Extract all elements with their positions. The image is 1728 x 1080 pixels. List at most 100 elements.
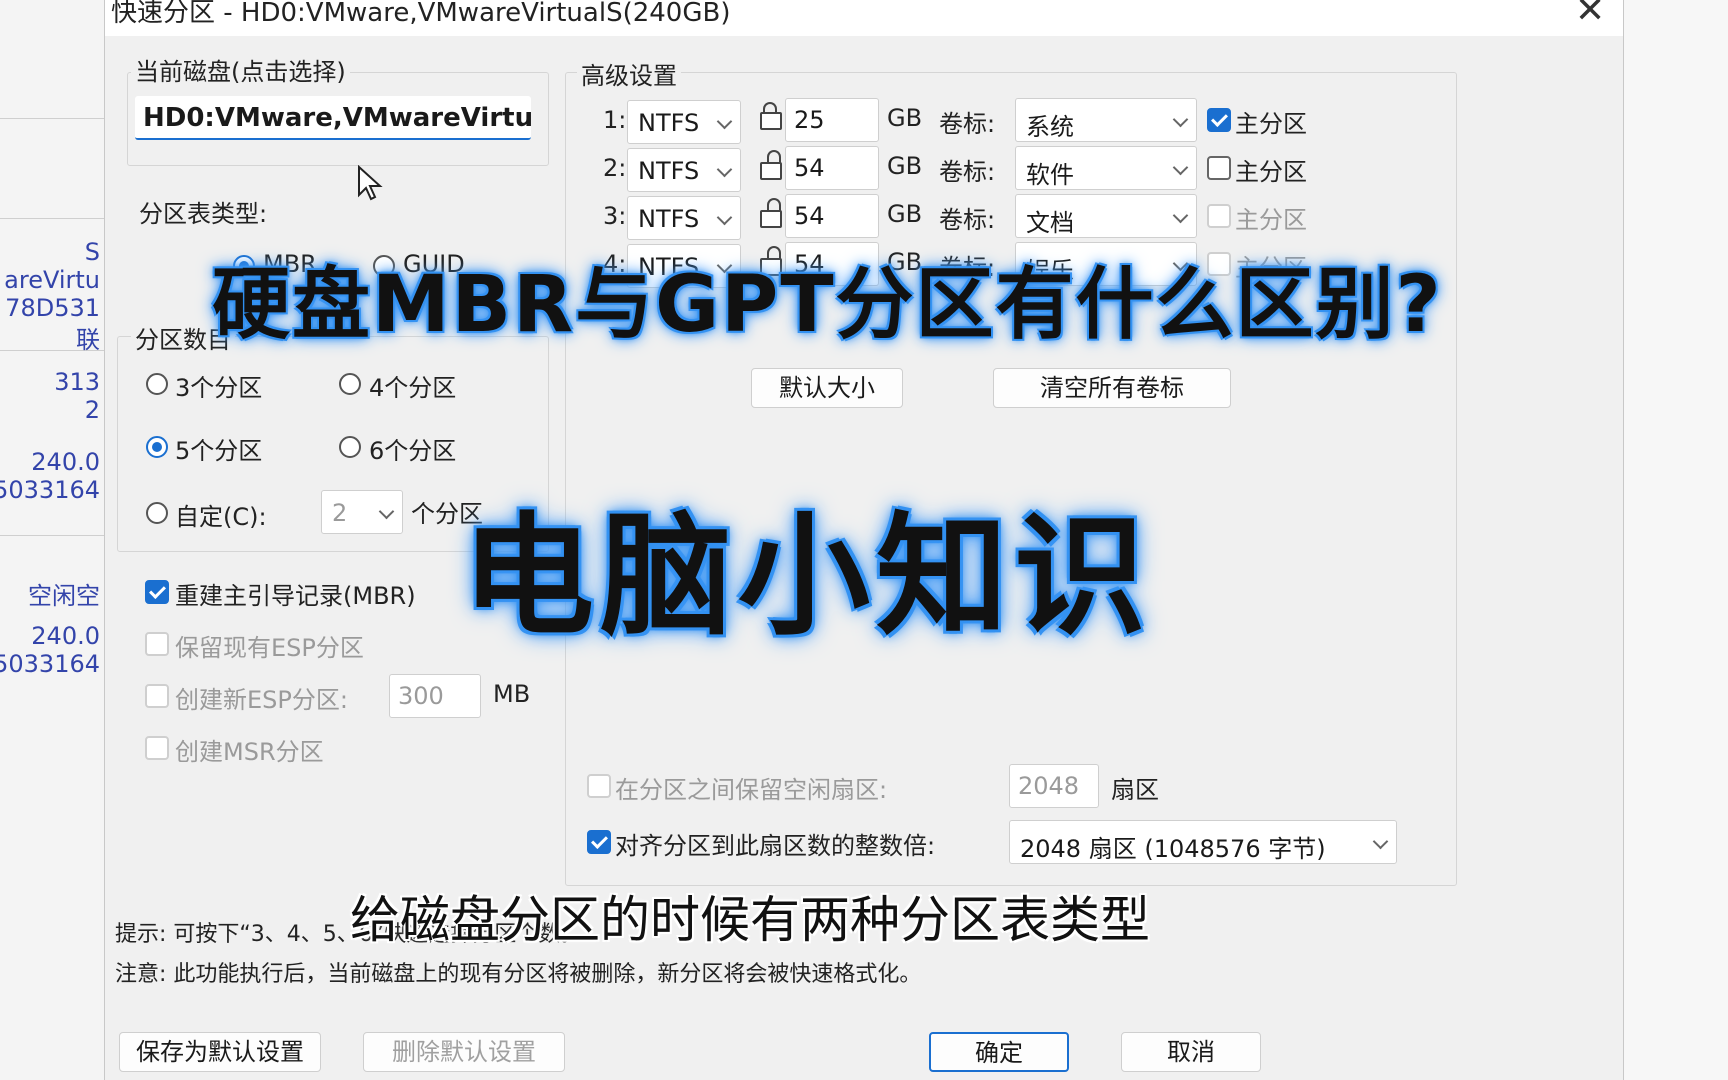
unlock-icon[interactable] — [759, 150, 782, 180]
background-text: 240.0 — [31, 622, 100, 650]
unlock-icon[interactable] — [759, 198, 782, 228]
current-disk-field[interactable]: HD0:VMware,VMwareVirtualS( — [135, 96, 531, 140]
background-text: 联 — [76, 326, 100, 354]
divider — [0, 535, 104, 536]
chevron-down-icon — [716, 161, 733, 178]
radio-6-partitions-label: 6个分区 — [369, 437, 457, 465]
volume-label-caption: 卷标: — [939, 110, 996, 138]
reserve-free-sectors-label: 在分区之间保留空闲扇区: — [615, 776, 888, 804]
background-text: 2 — [84, 396, 100, 424]
mouse-pointer-icon — [358, 165, 383, 201]
partition-table-label: 分区表类型: — [139, 200, 268, 228]
create-msr-label: 创建MSR分区 — [175, 738, 324, 766]
partition-size-field[interactable]: 54 — [785, 194, 879, 238]
radio-custom[interactable] — [146, 502, 168, 524]
background-text: 5033164 — [0, 650, 100, 678]
background-text: 313 — [54, 368, 100, 396]
partition-size-field[interactable]: 54 — [785, 146, 879, 190]
background-window-strip-right — [1622, 0, 1728, 1080]
size-unit: GB — [887, 104, 923, 132]
volume-label-select[interactable]: 文档 — [1015, 194, 1197, 238]
partition-index: 2: — [603, 154, 627, 182]
radio-5-partitions[interactable] — [146, 436, 168, 458]
filesystem-value: NTFS — [638, 157, 700, 185]
background-text: S — [84, 238, 100, 266]
overlay-big-text: 电脑小知识 — [462, 500, 1152, 654]
cancel-button[interactable]: 取消 — [1121, 1032, 1261, 1072]
rebuild-mbr-checkbox[interactable] — [145, 580, 169, 604]
esp-size-field[interactable]: 300 — [389, 674, 481, 718]
size-unit: GB — [887, 152, 923, 180]
volume-label-select[interactable]: 软件 — [1015, 146, 1197, 190]
chevron-down-icon — [1372, 833, 1389, 850]
ok-button[interactable]: 确定 — [929, 1032, 1069, 1072]
align-sectors-value: 2048 扇区 (1048576 字节) — [1020, 835, 1326, 863]
lock-icon[interactable] — [759, 102, 782, 130]
advanced-settings-label: 高级设置 — [577, 56, 681, 91]
title-bar: 快速分区 - HD0:VMware,VMwareVirtualS(240GB) … — [105, 0, 1623, 36]
new-esp-checkbox[interactable] — [145, 684, 169, 708]
size-unit: GB — [887, 200, 923, 228]
chevron-down-icon — [1172, 207, 1189, 224]
radio-5-partitions-label: 5个分区 — [175, 437, 263, 465]
radio-6-partitions[interactable] — [339, 436, 361, 458]
create-msr-checkbox[interactable] — [145, 736, 169, 760]
keep-esp-label: 保留现有ESP分区 — [175, 634, 364, 662]
align-sectors-select[interactable]: 2048 扇区 (1048576 字节) — [1009, 820, 1397, 864]
primary-partition-checkbox[interactable] — [1207, 108, 1231, 132]
filesystem-select[interactable]: NTFS — [627, 148, 741, 192]
video-subtitle: 给磁盘分区的时候有两种分区表类型 — [350, 891, 1150, 949]
chevron-down-icon — [378, 503, 395, 520]
filesystem-value: NTFS — [638, 205, 700, 233]
primary-partition-label: 主分区 — [1235, 158, 1307, 186]
chevron-down-icon — [716, 209, 733, 226]
keep-esp-checkbox[interactable] — [145, 632, 169, 656]
background-text: 78D531 — [5, 294, 100, 322]
radio-custom-label: 自定(C): — [175, 503, 267, 531]
radio-3-partitions-label: 3个分区 — [175, 374, 263, 402]
chevron-down-icon — [1172, 111, 1189, 128]
radio-4-partitions[interactable] — [339, 373, 361, 395]
overlay-title: 硬盘MBR与GPT分区有什么区别? — [212, 260, 1443, 350]
rebuild-mbr-label: 重建主引导记录(MBR) — [175, 582, 416, 610]
new-esp-label: 创建新ESP分区: — [175, 686, 348, 714]
volume-label-select[interactable]: 系统 — [1015, 98, 1197, 142]
custom-count-select[interactable]: 2 — [321, 490, 403, 534]
current-disk-label: 当前磁盘(点击选择) — [131, 52, 350, 87]
dialog-title: 快速分区 - HD0:VMware,VMwareVirtualS(240GB) — [111, 0, 731, 28]
clear-volume-labels-button[interactable]: 清空所有卷标 — [993, 368, 1231, 408]
primary-partition-checkbox[interactable] — [1207, 204, 1231, 228]
volume-label-caption: 卷标: — [939, 158, 996, 186]
volume-label-value: 文档 — [1026, 209, 1074, 237]
reserve-sectors-field[interactable]: 2048 — [1009, 764, 1099, 808]
partition-index: 1: — [603, 106, 627, 134]
default-size-button[interactable]: 默认大小 — [751, 368, 903, 408]
custom-count-value: 2 — [332, 499, 348, 527]
radio-3-partitions[interactable] — [146, 373, 168, 395]
chevron-down-icon — [1172, 159, 1189, 176]
align-partitions-checkbox[interactable] — [587, 830, 611, 854]
radio-4-partitions-label: 4个分区 — [369, 374, 457, 402]
partition-size-field[interactable]: 25 — [785, 98, 879, 142]
filesystem-select[interactable]: NTFS — [627, 100, 741, 144]
hint-note: 注意: 此功能执行后，当前磁盘上的现有分区将被删除，新分区将会被快速格式化。 — [115, 962, 922, 987]
background-text: 空闲空 — [28, 582, 100, 610]
background-text: areVirtu — [4, 266, 100, 294]
align-partitions-label: 对齐分区到此扇区数的整数倍: — [615, 832, 936, 860]
divider — [0, 218, 104, 219]
volume-label-caption: 卷标: — [939, 206, 996, 234]
delete-default-button[interactable]: 删除默认设置 — [363, 1032, 565, 1072]
filesystem-select[interactable]: NTFS — [627, 196, 741, 240]
primary-partition-label: 主分区 — [1235, 206, 1307, 234]
volume-label-value: 系统 — [1026, 113, 1074, 141]
volume-label-value: 软件 — [1026, 161, 1074, 189]
save-default-button[interactable]: 保存为默认设置 — [119, 1032, 321, 1072]
reserve-sectors-unit: 扇区 — [1111, 776, 1159, 804]
background-text: 5033164 — [0, 476, 100, 504]
esp-size-unit: MB — [493, 680, 531, 708]
close-icon[interactable]: ✕ — [1575, 0, 1605, 31]
primary-partition-checkbox[interactable] — [1207, 156, 1231, 180]
reserve-free-sectors-checkbox[interactable] — [587, 774, 611, 798]
partition-index: 3: — [603, 202, 627, 230]
background-text: 240.0 — [31, 448, 100, 476]
